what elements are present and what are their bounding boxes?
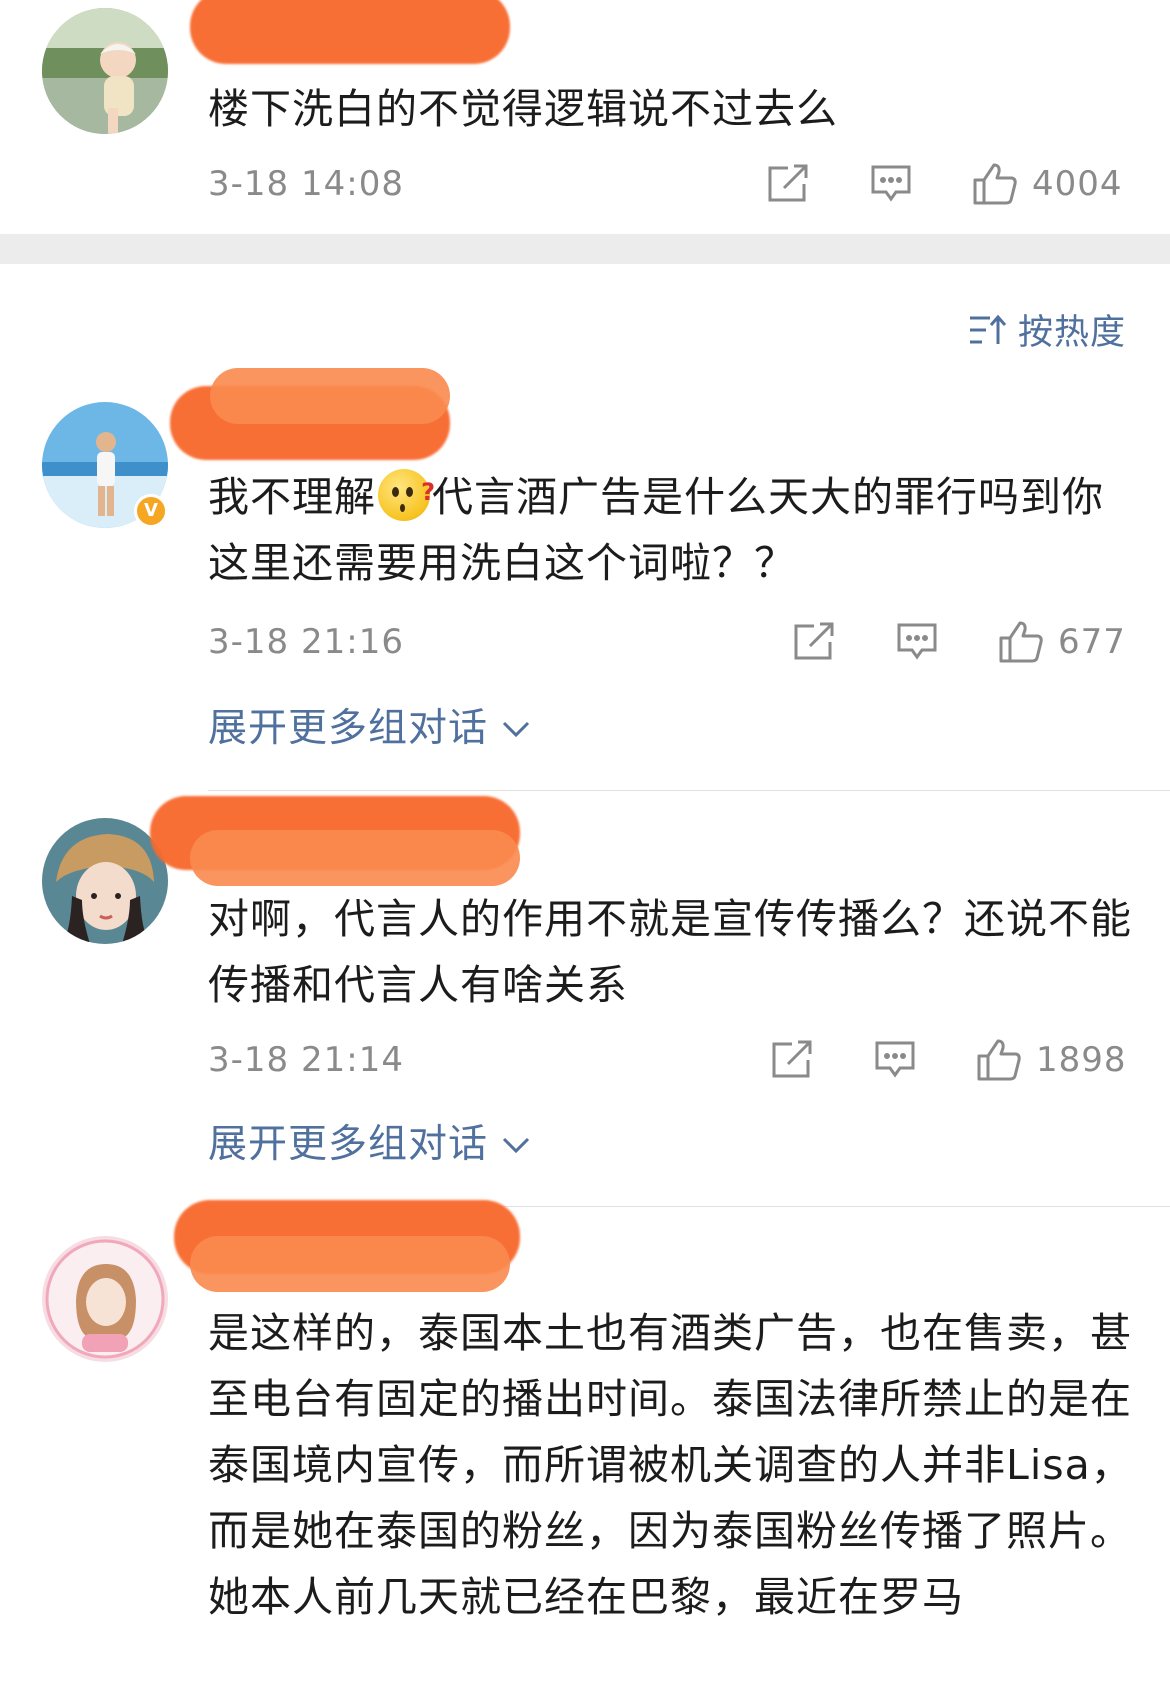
- username-redaction: [210, 368, 450, 424]
- chevron-down-icon: [502, 1137, 530, 1154]
- expand-conversation-link[interactable]: 展开更多组对话: [208, 704, 530, 754]
- comment-timestamp: 3-18 21:16: [208, 622, 404, 662]
- expand-conversation-label: 展开更多组对话: [208, 1122, 489, 1167]
- sort-icon: [969, 314, 1007, 344]
- share-icon: [772, 1040, 812, 1078]
- username-redaction: [190, 830, 520, 886]
- sort-label: 按热度: [1017, 313, 1126, 353]
- avatar[interactable]: [42, 818, 168, 944]
- confused-emoji-icon: ?: [378, 469, 435, 521]
- comment-text: 楼下洗白的不觉得逻辑说不过去么: [208, 85, 838, 133]
- section-divider: [0, 234, 1170, 264]
- reply-button[interactable]: [870, 162, 912, 206]
- like-count: 4004: [1032, 164, 1123, 204]
- comment-text: 是这样的，泰国本土也有酒类广告，也在售卖，甚至电台有固定的播出时间。泰国法律所禁…: [208, 1309, 1133, 1621]
- comment-meta: 3-18 21:16 677: [208, 620, 1130, 664]
- avatar[interactable]: [42, 8, 168, 134]
- sort-toggle[interactable]: 按热度: [968, 304, 1126, 355]
- avatar[interactable]: [42, 1236, 168, 1362]
- verified-badge-icon: V: [134, 494, 168, 528]
- reply-button[interactable]: [896, 620, 938, 664]
- thumbs-up-icon: [999, 621, 1043, 663]
- share-button[interactable]: [770, 1038, 814, 1082]
- thumbs-up-icon: [973, 163, 1017, 205]
- comment-timestamp: 3-18 14:08: [208, 164, 404, 204]
- chevron-down-icon: [502, 721, 530, 738]
- like-count: 1898: [1036, 1040, 1127, 1080]
- comment-meta: 3-18 21:14 1898: [208, 1038, 1130, 1082]
- like-button[interactable]: 677: [998, 620, 1126, 664]
- share-icon: [794, 622, 834, 660]
- share-button[interactable]: [766, 162, 810, 206]
- comment-timestamp: 3-18 21:14: [208, 1040, 404, 1080]
- like-button[interactable]: 1898: [976, 1038, 1127, 1082]
- expand-conversation-link[interactable]: 展开更多组对话: [208, 1120, 530, 1170]
- comment-text-part: 我不理解: [208, 473, 376, 521]
- comment-text: 对啊，代言人的作用不就是宣传传播么？还说不能传播和代言人有啥关系: [208, 895, 1132, 1009]
- reply-button[interactable]: [874, 1038, 916, 1082]
- share-icon: [768, 164, 808, 202]
- comment-icon: [897, 623, 937, 660]
- comment-feed: 楼下洗白的不觉得逻辑说不过去么 3-18 14:08 4004 按热度 V 我不…: [0, 0, 1170, 1702]
- comment-text: 我不理解? 代言酒广告是什么天大的罪行吗到你这里还需要用洗白这个词啦？？: [208, 464, 1138, 596]
- expand-conversation-label: 展开更多组对话: [208, 706, 489, 751]
- comment-icon: [875, 1041, 915, 1078]
- like-button[interactable]: 4004: [972, 162, 1123, 206]
- username-redaction: [190, 1236, 510, 1292]
- comment-icon: [871, 165, 911, 202]
- comment-divider: [208, 790, 1170, 791]
- share-button[interactable]: [792, 620, 836, 664]
- like-count: 677: [1058, 622, 1126, 662]
- thumbs-up-icon: [977, 1039, 1021, 1081]
- username-redaction: [190, 0, 510, 64]
- comment-meta: 3-18 14:08 4004: [208, 162, 1130, 206]
